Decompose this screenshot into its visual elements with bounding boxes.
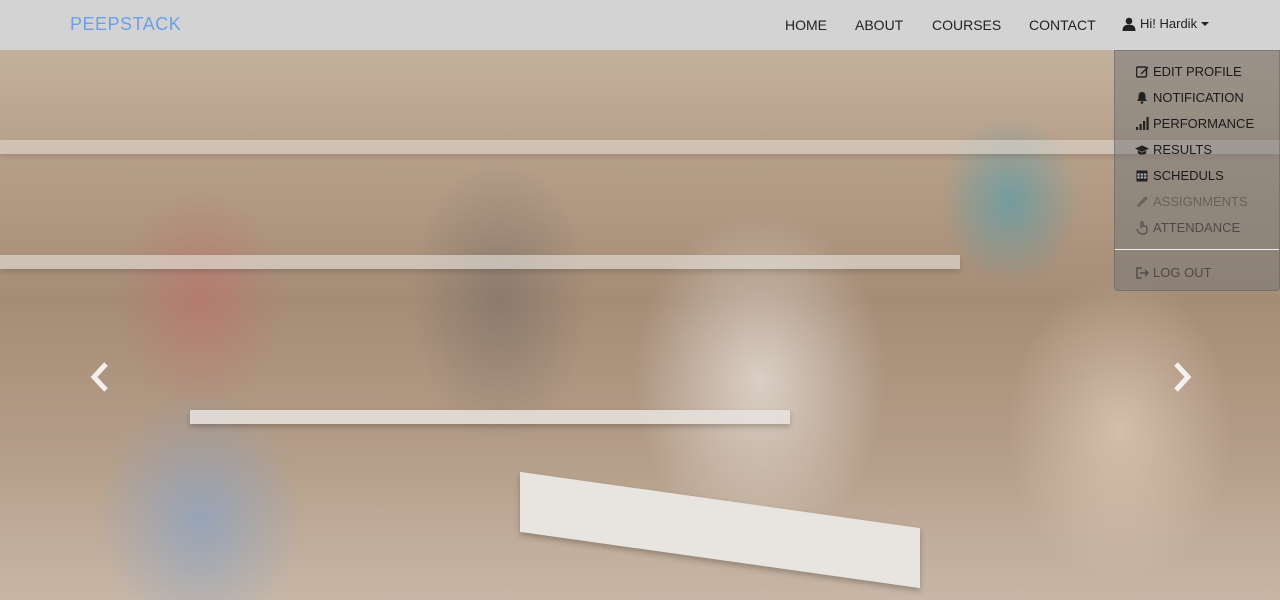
menu-item-label: LOG OUT <box>1153 265 1212 280</box>
menu-item-attendance[interactable]: ATTENDANCE <box>1135 220 1240 235</box>
logout-icon <box>1135 266 1149 280</box>
nav-courses[interactable]: COURSES <box>932 17 1001 33</box>
menu-item-label: SCHEDULS <box>1153 168 1224 183</box>
caret-down-icon <box>1201 21 1210 26</box>
desk-row <box>520 471 920 589</box>
bell-icon <box>1135 91 1149 105</box>
brand-logo[interactable]: PEEPSTACK <box>70 14 181 35</box>
calendar-icon <box>1135 169 1149 183</box>
menu-item-label: PERFORMANCE <box>1153 116 1255 131</box>
menu-item-notification[interactable]: NOTIFICATION <box>1135 90 1244 105</box>
hand-icon <box>1135 220 1149 235</box>
menu-item-label: ATTENDANCE <box>1153 220 1241 235</box>
top-navbar: PEEPSTACK HOME ABOUT COURSES CONTACT Hi!… <box>0 0 1280 50</box>
chevron-right-icon <box>1174 362 1192 392</box>
menu-item-edit-profile[interactable]: EDIT PROFILE <box>1135 64 1242 79</box>
carousel-next-button[interactable] <box>1166 360 1196 394</box>
signal-icon <box>1135 117 1149 131</box>
nav-about[interactable]: ABOUT <box>855 17 903 33</box>
edit-icon <box>1135 65 1149 79</box>
hero-background-image <box>0 0 1280 600</box>
carousel-prev-button[interactable] <box>86 360 116 394</box>
menu-item-label: RESULTS <box>1153 142 1212 157</box>
menu-item-label: NOTIFICATION <box>1153 90 1244 105</box>
menu-item-label: EDIT PROFILE <box>1153 64 1242 79</box>
menu-item-label: ASSIGNMENTS <box>1153 194 1248 209</box>
menu-item-schedules[interactable]: SCHEDULS <box>1135 168 1224 183</box>
menu-item-assignments[interactable]: ASSIGNMENTS <box>1135 194 1248 209</box>
nav-home[interactable]: HOME <box>785 17 827 33</box>
menu-item-logout[interactable]: LOG OUT <box>1135 265 1212 280</box>
menu-item-results[interactable]: RESULTS <box>1135 142 1212 157</box>
desk-row <box>0 140 1280 154</box>
desk-row <box>190 410 790 424</box>
user-icon <box>1122 17 1136 31</box>
user-dropdown-menu: EDIT PROFILE NOTIFICATION PERFORMANCE RE… <box>1114 50 1280 291</box>
menu-divider <box>1115 249 1279 250</box>
user-menu-toggle[interactable]: Hi! Hardik <box>1122 16 1210 31</box>
nav-contact[interactable]: CONTACT <box>1029 17 1096 33</box>
chevron-left-icon <box>90 362 108 392</box>
desk-row <box>0 255 960 269</box>
menu-item-performance[interactable]: PERFORMANCE <box>1135 116 1254 131</box>
user-greeting: Hi! Hardik <box>1140 16 1198 31</box>
graduation-cap-icon <box>1135 143 1149 157</box>
pencil-icon <box>1135 195 1149 209</box>
